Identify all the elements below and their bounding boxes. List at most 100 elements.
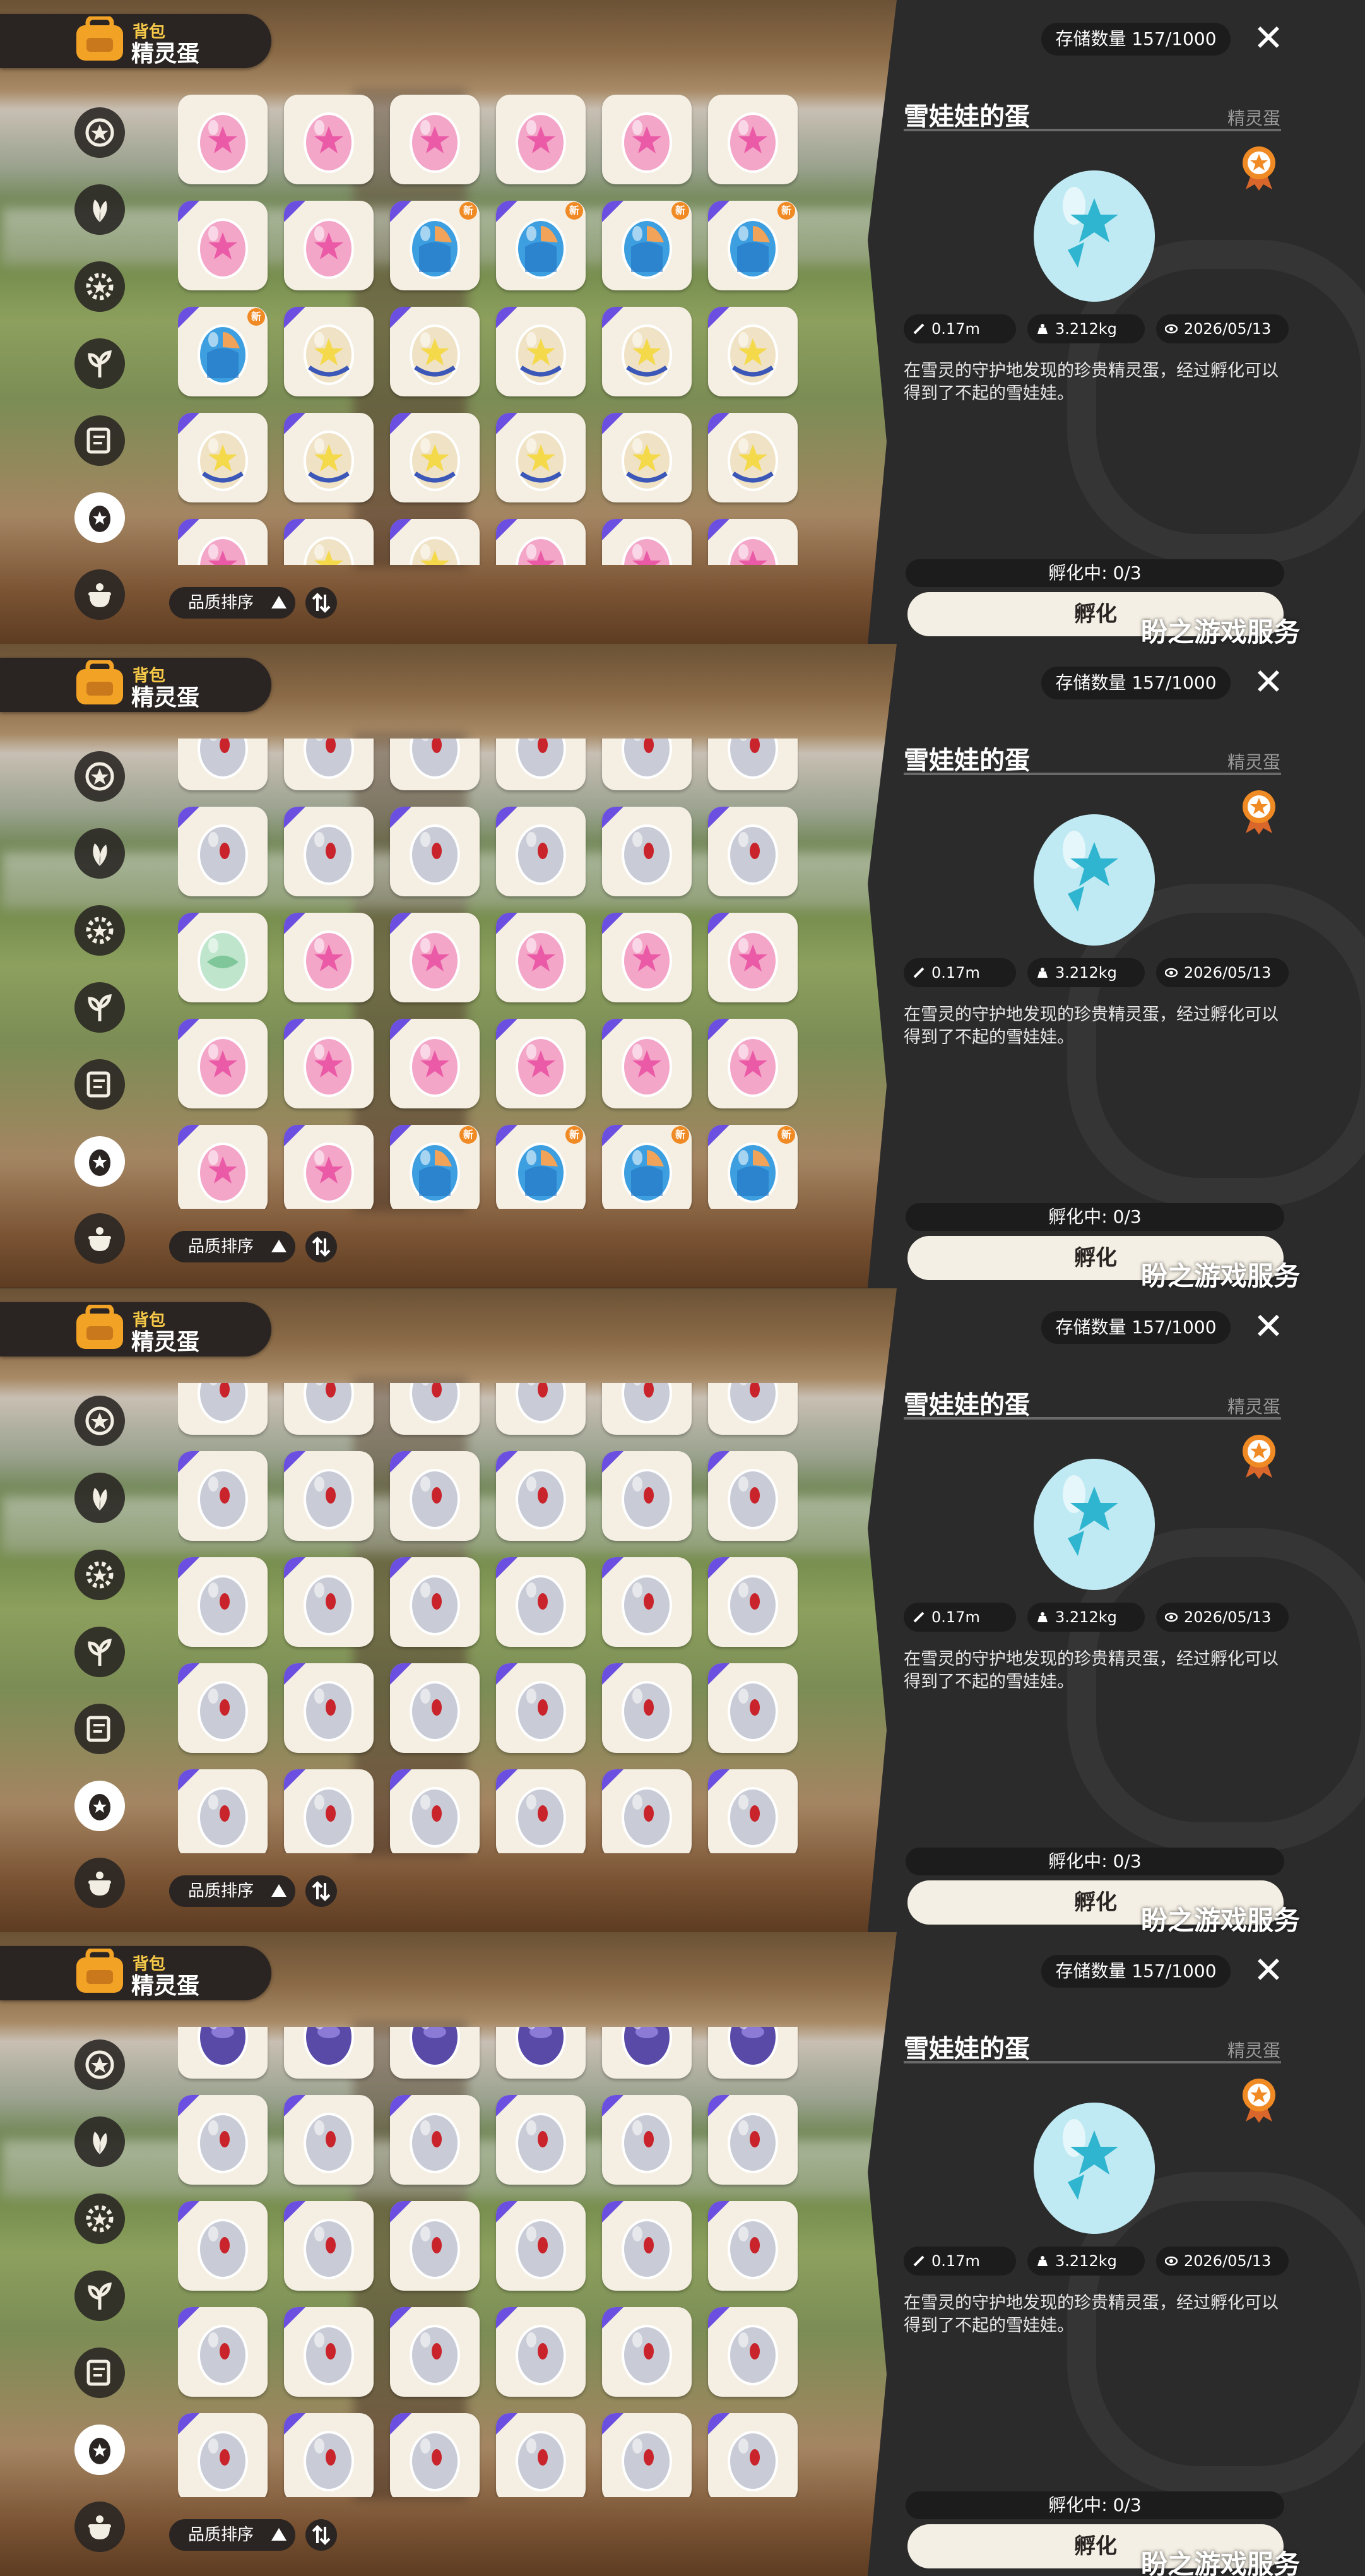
egg-slot[interactable] (496, 739, 586, 790)
egg-slot[interactable] (284, 95, 374, 184)
egg-slot[interactable] (284, 413, 374, 502)
egg-slot[interactable] (178, 1125, 268, 1209)
category-tab-star-badge-icon[interactable] (74, 751, 125, 802)
egg-slot[interactable] (602, 1557, 692, 1647)
egg-slot[interactable] (284, 913, 374, 1002)
close-button[interactable]: ✕ (1250, 19, 1287, 57)
egg-slot[interactable] (178, 2027, 268, 2079)
egg-slot[interactable] (284, 2027, 374, 2079)
egg-slot[interactable] (602, 2413, 692, 2497)
egg-slot[interactable] (284, 2201, 374, 2291)
egg-slot[interactable] (284, 1769, 374, 1853)
egg-slot[interactable]: 新 (390, 201, 480, 290)
egg-slot[interactable]: 新 (602, 1125, 692, 1209)
category-tab-cards-icon[interactable] (74, 1704, 125, 1754)
egg-slot[interactable] (708, 2095, 798, 2185)
egg-slot[interactable] (602, 307, 692, 396)
egg-slot[interactable] (284, 807, 374, 896)
swap-order-button[interactable] (305, 587, 337, 619)
category-tab-cards-icon[interactable] (74, 1059, 125, 1110)
egg-slot[interactable] (496, 1663, 586, 1753)
egg-slot[interactable] (390, 739, 480, 790)
egg-slot[interactable] (178, 95, 268, 184)
egg-slot[interactable] (284, 1383, 374, 1435)
egg-slot[interactable] (708, 2413, 798, 2497)
egg-slot[interactable] (178, 2307, 268, 2397)
egg-slot[interactable] (178, 1019, 268, 1108)
egg-slot[interactable] (602, 739, 692, 790)
egg-slot[interactable] (708, 519, 798, 565)
egg-slot[interactable] (496, 1769, 586, 1853)
egg-slot[interactable] (178, 201, 268, 290)
egg-slot[interactable] (496, 1383, 586, 1435)
egg-slot[interactable] (178, 913, 268, 1002)
quality-sort-button[interactable]: 品质排序 (169, 587, 295, 619)
egg-slot[interactable] (708, 913, 798, 1002)
egg-slot[interactable] (496, 413, 586, 502)
egg-slot[interactable]: 新 (708, 201, 798, 290)
category-tab-leaf-icon[interactable] (74, 184, 125, 235)
quality-sort-button[interactable]: 品质排序 (169, 1231, 295, 1262)
category-tab-pot-icon[interactable] (74, 2502, 125, 2552)
egg-slot[interactable] (708, 1769, 798, 1853)
category-tab-leaf-icon[interactable] (74, 2116, 125, 2167)
egg-slot[interactable] (708, 807, 798, 896)
egg-slot[interactable] (602, 413, 692, 502)
egg-slot[interactable] (284, 2413, 374, 2497)
egg-slot[interactable] (602, 519, 692, 565)
category-tab-star-badge-icon[interactable] (74, 107, 125, 158)
egg-slot[interactable] (602, 2027, 692, 2079)
egg-slot[interactable] (602, 2307, 692, 2397)
egg-slot[interactable]: 新 (708, 1125, 798, 1209)
close-button[interactable]: ✕ (1250, 1951, 1287, 1989)
egg-slot[interactable] (496, 913, 586, 1002)
egg-slot[interactable] (390, 807, 480, 896)
egg-slot[interactable] (390, 1383, 480, 1435)
category-tab-star-badge-icon[interactable] (74, 1396, 125, 1446)
egg-slot[interactable] (390, 1451, 480, 1541)
egg-slot[interactable] (178, 807, 268, 896)
quality-sort-button[interactable]: 品质排序 (169, 1875, 295, 1907)
category-tab-pot-icon[interactable] (74, 1213, 125, 1264)
egg-slot[interactable] (390, 95, 480, 184)
egg-slot[interactable] (708, 1451, 798, 1541)
close-button[interactable]: ✕ (1250, 1307, 1287, 1345)
egg-slot[interactable] (390, 1557, 480, 1647)
egg-slot[interactable] (602, 2095, 692, 2185)
egg-slot[interactable] (390, 2095, 480, 2185)
egg-slot[interactable] (390, 519, 480, 565)
egg-slot[interactable] (284, 307, 374, 396)
egg-slot[interactable] (390, 2307, 480, 2397)
egg-slot[interactable] (496, 1557, 586, 1647)
egg-slot[interactable] (602, 1383, 692, 1435)
egg-slot[interactable] (496, 95, 586, 184)
category-tab-sprout-icon[interactable] (74, 2270, 125, 2321)
egg-slot[interactable] (178, 1557, 268, 1647)
category-tab-leaf-icon[interactable] (74, 1473, 125, 1523)
egg-slot[interactable]: 新 (178, 307, 268, 396)
close-button[interactable]: ✕ (1250, 663, 1287, 701)
egg-slot[interactable] (602, 1451, 692, 1541)
egg-slot[interactable] (496, 2027, 586, 2079)
egg-slot[interactable]: 新 (390, 1125, 480, 1209)
egg-slot[interactable] (178, 519, 268, 565)
egg-slot[interactable] (708, 2027, 798, 2079)
category-tab-egg-category-icon[interactable] (74, 2425, 125, 2475)
egg-slot[interactable] (390, 2027, 480, 2079)
egg-slot[interactable] (496, 2201, 586, 2291)
egg-slot[interactable] (708, 1663, 798, 1753)
category-tab-gear-star-icon[interactable] (74, 905, 125, 956)
egg-slot[interactable] (178, 1383, 268, 1435)
egg-slot[interactable] (284, 739, 374, 790)
egg-slot[interactable] (496, 1451, 586, 1541)
category-tab-egg-category-icon[interactable] (74, 1136, 125, 1187)
egg-slot[interactable] (178, 413, 268, 502)
egg-slot[interactable] (708, 307, 798, 396)
egg-slot[interactable] (178, 2413, 268, 2497)
egg-slot[interactable] (178, 1451, 268, 1541)
egg-slot[interactable] (178, 1663, 268, 1753)
egg-slot[interactable] (284, 201, 374, 290)
egg-slot[interactable] (496, 1019, 586, 1108)
egg-slot[interactable] (178, 739, 268, 790)
egg-slot[interactable] (390, 1019, 480, 1108)
